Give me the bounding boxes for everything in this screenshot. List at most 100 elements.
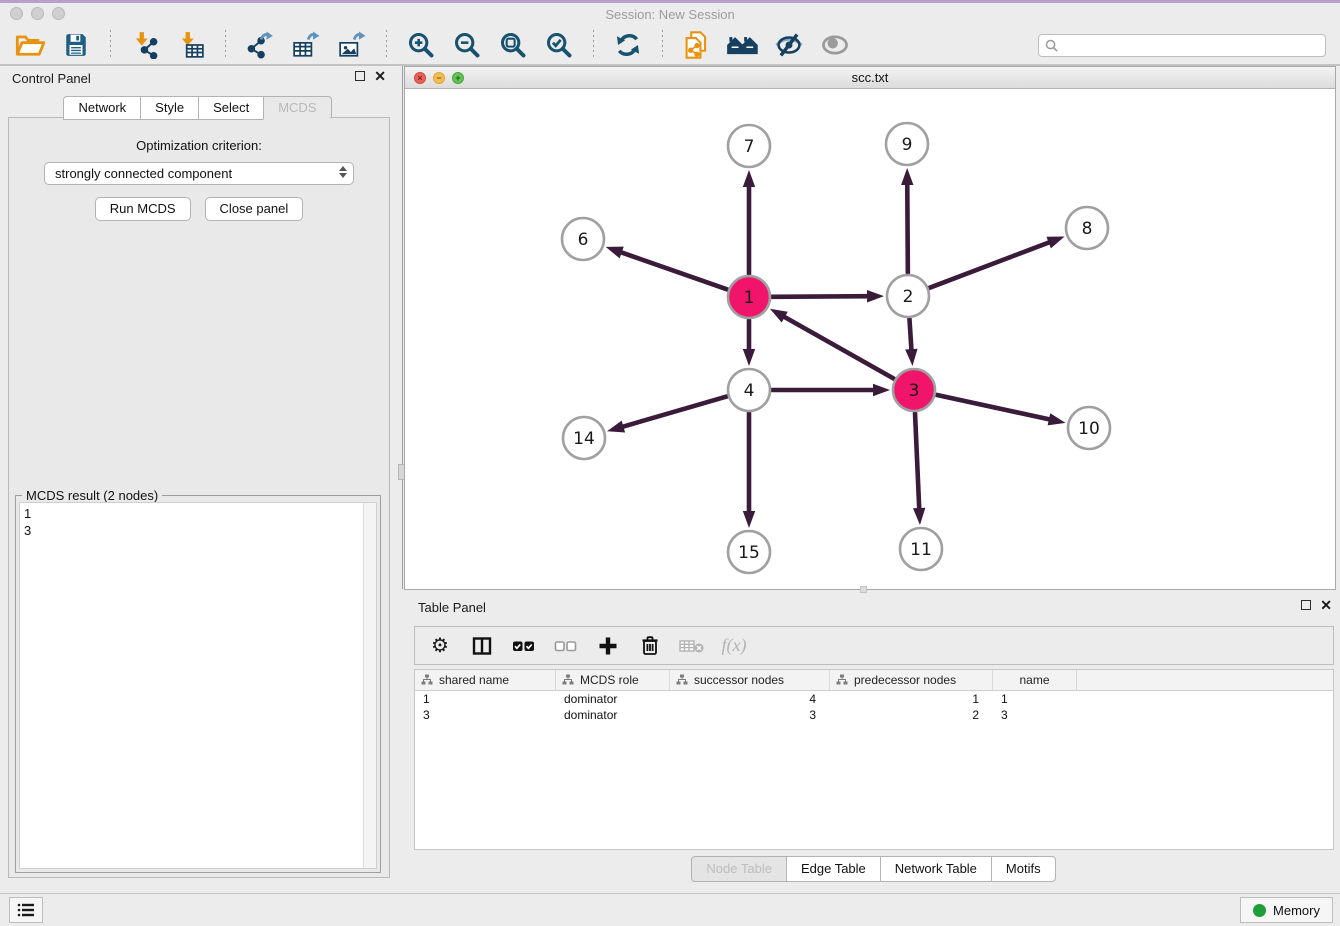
column-header-shared-name[interactable]: shared name: [415, 670, 556, 690]
zoom-in-icon[interactable]: [401, 29, 441, 61]
node-label: 8: [1082, 219, 1093, 239]
node-9[interactable]: 9: [886, 123, 928, 165]
panel-splitter: [394, 66, 404, 884]
node-15[interactable]: 15: [728, 531, 770, 573]
search-field[interactable]: [1038, 34, 1326, 57]
node-3[interactable]: 3: [893, 369, 935, 411]
memory-button[interactable]: Memory: [1240, 897, 1333, 923]
table-cell[interactable]: 3: [670, 708, 830, 722]
node-4[interactable]: 4: [728, 369, 770, 411]
status-bar: Memory: [0, 893, 1340, 926]
network-minimize-button[interactable]: −: [433, 72, 445, 84]
close-panel-icon[interactable]: ✕: [374, 71, 386, 81]
select-all-columns-icon[interactable]: [509, 632, 539, 660]
close-table-panel-icon[interactable]: ✕: [1320, 600, 1332, 610]
network-canvas[interactable]: 1 2 3 4 6 7 8 9 10 11 14 15: [405, 89, 1335, 589]
toolbar-separator: [593, 30, 594, 60]
edge-3-10[interactable]: [936, 395, 1052, 420]
edge-4-14[interactable]: [620, 396, 727, 427]
tab-style[interactable]: Style: [140, 96, 199, 120]
column-header-predecessor-nodes[interactable]: predecessor nodes: [830, 670, 993, 690]
edge-3-1[interactable]: [781, 315, 894, 379]
node-7[interactable]: 7: [728, 125, 770, 167]
node-1[interactable]: 1: [728, 276, 770, 318]
column-header-MCDS-role[interactable]: MCDS role: [556, 670, 670, 690]
import-network-icon[interactable]: [125, 29, 165, 61]
column-header-successor-nodes[interactable]: successor nodes: [670, 670, 830, 690]
settings-gear-icon[interactable]: ⚙: [425, 632, 455, 660]
edge-1-6[interactable]: [618, 251, 727, 289]
table-cell[interactable]: 1: [415, 692, 556, 706]
function-builder-icon[interactable]: f(x): [719, 632, 749, 660]
export-network-icon[interactable]: [240, 29, 280, 61]
zoom-window-button[interactable]: [52, 7, 65, 20]
show-graphics-details-icon[interactable]: [815, 29, 855, 61]
zoom-fit-icon[interactable]: [493, 29, 533, 61]
float-panel-icon[interactable]: [355, 71, 365, 81]
edge-2-9[interactable]: [907, 181, 908, 273]
table-row[interactable]: 3dominator323: [415, 707, 1333, 723]
export-table-icon[interactable]: [286, 29, 326, 61]
edge-1-2[interactable]: [772, 296, 871, 297]
column-header-name[interactable]: name: [993, 670, 1077, 690]
tab-network-table[interactable]: Network Table: [880, 856, 992, 882]
close-window-button[interactable]: [10, 7, 23, 20]
zoom-out-icon[interactable]: [447, 29, 487, 61]
split-view-icon[interactable]: [467, 632, 497, 660]
close-panel-button[interactable]: Close panel: [205, 197, 304, 221]
import-table-icon[interactable]: [171, 29, 211, 61]
add-column-icon[interactable]: [593, 632, 623, 660]
refresh-layout-icon[interactable]: [608, 29, 648, 61]
mcds-result-textarea: 13: [19, 502, 377, 869]
node-6[interactable]: 6: [562, 218, 604, 260]
edge-2-3[interactable]: [909, 319, 911, 353]
table-panel-tabs: Node TableEdge TableNetwork TableMotifs: [406, 854, 1340, 884]
node-11[interactable]: 11: [900, 528, 942, 570]
node-8[interactable]: 8: [1066, 207, 1108, 249]
node-label: 10: [1078, 419, 1100, 439]
run-mcds-button[interactable]: Run MCDS: [95, 197, 191, 221]
hide-graphics-details-icon[interactable]: [769, 29, 809, 61]
edge-3-11[interactable]: [915, 413, 919, 512]
search-input[interactable]: [1062, 39, 1319, 53]
delete-table-icon[interactable]: [677, 632, 707, 660]
tab-mcds[interactable]: MCDS: [263, 96, 331, 120]
table-cell[interactable]: 1: [830, 692, 993, 706]
table-cell[interactable]: 2: [830, 708, 993, 722]
deselect-all-columns-icon[interactable]: [551, 632, 581, 660]
canvas-resize-handle[interactable]: [860, 586, 867, 593]
tab-network[interactable]: Network: [63, 96, 141, 120]
open-file-icon[interactable]: [10, 29, 50, 61]
zoom-selected-icon[interactable]: [539, 29, 579, 61]
save-session-icon[interactable]: [56, 29, 96, 61]
network-maximize-button[interactable]: +: [452, 72, 464, 84]
edge-2-8[interactable]: [930, 241, 1053, 288]
tab-select[interactable]: Select: [198, 96, 264, 120]
table-cell[interactable]: 1: [993, 692, 1077, 706]
result-scrollbar[interactable]: [363, 503, 376, 868]
task-history-button[interactable]: [9, 897, 43, 923]
table-cell[interactable]: dominator: [556, 692, 670, 706]
network-close-button[interactable]: ×: [414, 72, 426, 84]
node-14[interactable]: 14: [563, 417, 605, 459]
search-icon: [1045, 39, 1058, 52]
node-10[interactable]: 10: [1068, 407, 1110, 449]
criterion-select[interactable]: strongly connected component: [44, 162, 354, 185]
table-cell[interactable]: 4: [670, 692, 830, 706]
float-table-panel-icon[interactable]: [1301, 600, 1311, 610]
table-row[interactable]: 1dominator411: [415, 691, 1333, 707]
arrowhead-4-3: [873, 384, 890, 396]
table-cell[interactable]: 3: [415, 708, 556, 722]
table-cell[interactable]: 3: [993, 708, 1077, 722]
delete-column-icon[interactable]: [635, 632, 665, 660]
nested-networks-icon[interactable]: [723, 29, 763, 61]
node-2[interactable]: 2: [887, 275, 929, 317]
copy-network-icon[interactable]: [677, 29, 717, 61]
minimize-window-button[interactable]: [31, 7, 44, 20]
toolbar-separator: [662, 30, 663, 60]
tab-motifs[interactable]: Motifs: [991, 856, 1056, 882]
tab-edge-table[interactable]: Edge Table: [786, 856, 881, 882]
tab-node-table[interactable]: Node Table: [691, 856, 787, 882]
table-cell[interactable]: dominator: [556, 708, 670, 722]
export-image-icon[interactable]: [332, 29, 372, 61]
